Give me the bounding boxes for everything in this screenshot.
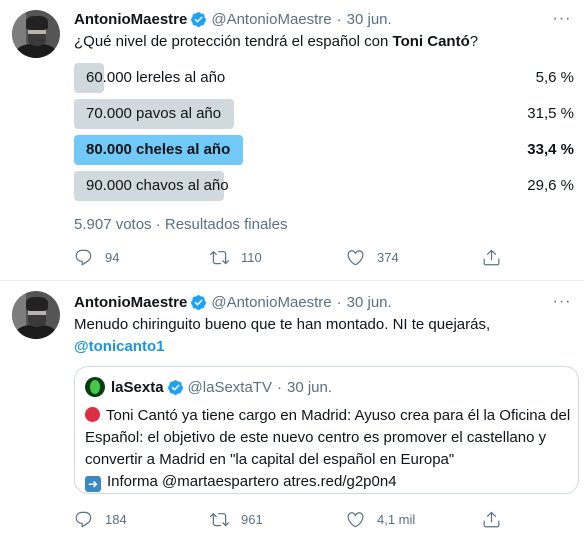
quoted-date: 30 jun. (286, 378, 333, 396)
retweet-button[interactable]: 961 (210, 509, 346, 529)
tweet-text-bold: Toni Cantó (392, 33, 470, 50)
author-handle[interactable]: @AntonioMaestre (211, 11, 331, 28)
author-name[interactable]: AntonioMaestre (74, 294, 187, 311)
tweet-quote[interactable]: AntonioMaestre @AntonioMaestre · 30 jun.… (0, 281, 584, 537)
like-button[interactable]: 4,1 mil (346, 509, 482, 529)
poll-option-label: 60.000 lereles al año (86, 69, 226, 86)
retweet-icon (210, 250, 229, 264)
author-name[interactable]: AntonioMaestre (74, 11, 187, 28)
poll-option-label: 70.000 pavos al año (86, 105, 222, 122)
separator: · (336, 10, 342, 28)
share-button[interactable] (482, 509, 502, 529)
poll-option-percent: 29,6 % (527, 177, 574, 194)
separator: · (276, 378, 282, 396)
poll-option-percent: 31,5 % (527, 105, 574, 122)
right-arrow-icon: ➜ (85, 476, 101, 492)
tweet-actions: 94 110 374 (74, 247, 504, 267)
reply-count: 94 (105, 249, 120, 265)
retweet-count: 961 (241, 511, 263, 527)
tweet-header: AntonioMaestre @AntonioMaestre · 30 jun. (74, 9, 392, 29)
avatar[interactable] (12, 291, 60, 339)
reply-button[interactable]: 94 (74, 247, 210, 267)
quoted-handle: @laSextaTV (187, 378, 272, 396)
quoted-author-name: laSexta (111, 378, 164, 396)
like-count: 4,1 mil (377, 511, 416, 527)
more-icon[interactable]: ··· (552, 9, 572, 29)
avatar[interactable] (12, 10, 60, 58)
quoted-avatar[interactable] (85, 377, 105, 397)
poll-footer: 5.907 votos · Resultados finales (74, 216, 288, 233)
like-icon (347, 249, 364, 265)
reply-icon (75, 511, 92, 527)
tweet-date[interactable]: 30 jun. (347, 294, 392, 311)
poll-option: 80.000 cheles al año 33,4 % (74, 135, 574, 165)
like-icon (347, 511, 364, 527)
tweet-text-part: ? (469, 33, 479, 50)
reply-icon (75, 249, 92, 265)
verified-badge-icon (191, 294, 207, 310)
tweet-poll[interactable]: AntonioMaestre @AntonioMaestre · 30 jun.… (0, 0, 584, 281)
quoted-text-line: Informa @martaespartero atres.red/g2p0n4 (107, 473, 397, 490)
tweet-text: ¿Qué nivel de protección tendrá el españ… (74, 32, 574, 52)
like-count: 374 (377, 249, 399, 265)
poll-option: 60.000 lereles al año 5,6 % (74, 63, 574, 93)
tweet-actions: 184 961 4,1 mil (74, 509, 504, 529)
retweet-button[interactable]: 110 (210, 247, 346, 267)
share-icon (483, 249, 500, 265)
tweet-text-line: Menudo chiringuito bueno que te han mont… (74, 316, 491, 333)
quoted-tweet[interactable]: laSexta @laSextaTV · 30 jun. Toni Cantó … (74, 366, 579, 494)
reply-count: 184 (105, 511, 127, 527)
poll-option-percent: 33,4 % (527, 141, 574, 158)
quoted-text-line: Toni Cantó ya tiene cargo en Madrid: Ayu… (85, 407, 571, 468)
like-button[interactable]: 374 (346, 247, 482, 267)
poll-option: 70.000 pavos al año 31,5 % (74, 99, 574, 129)
tweet-text-part: ¿Qué nivel de protección tendrá el españ… (74, 33, 393, 50)
separator: · (336, 293, 342, 311)
red-circle-icon (85, 407, 100, 422)
share-button[interactable] (482, 247, 502, 267)
share-icon (483, 511, 500, 527)
quoted-header: laSexta @laSextaTV · 30 jun. (111, 377, 332, 397)
poll-option-label: 90.000 chavos al año (86, 177, 229, 194)
retweet-icon (210, 512, 229, 526)
mention-link[interactable]: @tonicanto1 (74, 337, 574, 357)
tweet-header: AntonioMaestre @AntonioMaestre · 30 jun. (74, 292, 392, 312)
tweet-text: Menudo chiringuito bueno que te han mont… (74, 315, 574, 357)
quoted-text: Toni Cantó ya tiene cargo en Madrid: Ayu… (85, 405, 575, 493)
author-handle[interactable]: @AntonioMaestre (211, 294, 331, 311)
reply-button[interactable]: 184 (74, 509, 210, 529)
verified-badge-icon (191, 11, 207, 27)
verified-badge-icon (167, 379, 183, 395)
retweet-count: 110 (241, 249, 262, 265)
poll-option: 90.000 chavos al año 29,6 % (74, 171, 574, 201)
poll-option-label: 80.000 cheles al año (86, 141, 231, 158)
more-icon[interactable]: ··· (552, 292, 572, 312)
poll-option-percent: 5,6 % (535, 69, 574, 86)
tweet-date[interactable]: 30 jun. (347, 11, 392, 28)
